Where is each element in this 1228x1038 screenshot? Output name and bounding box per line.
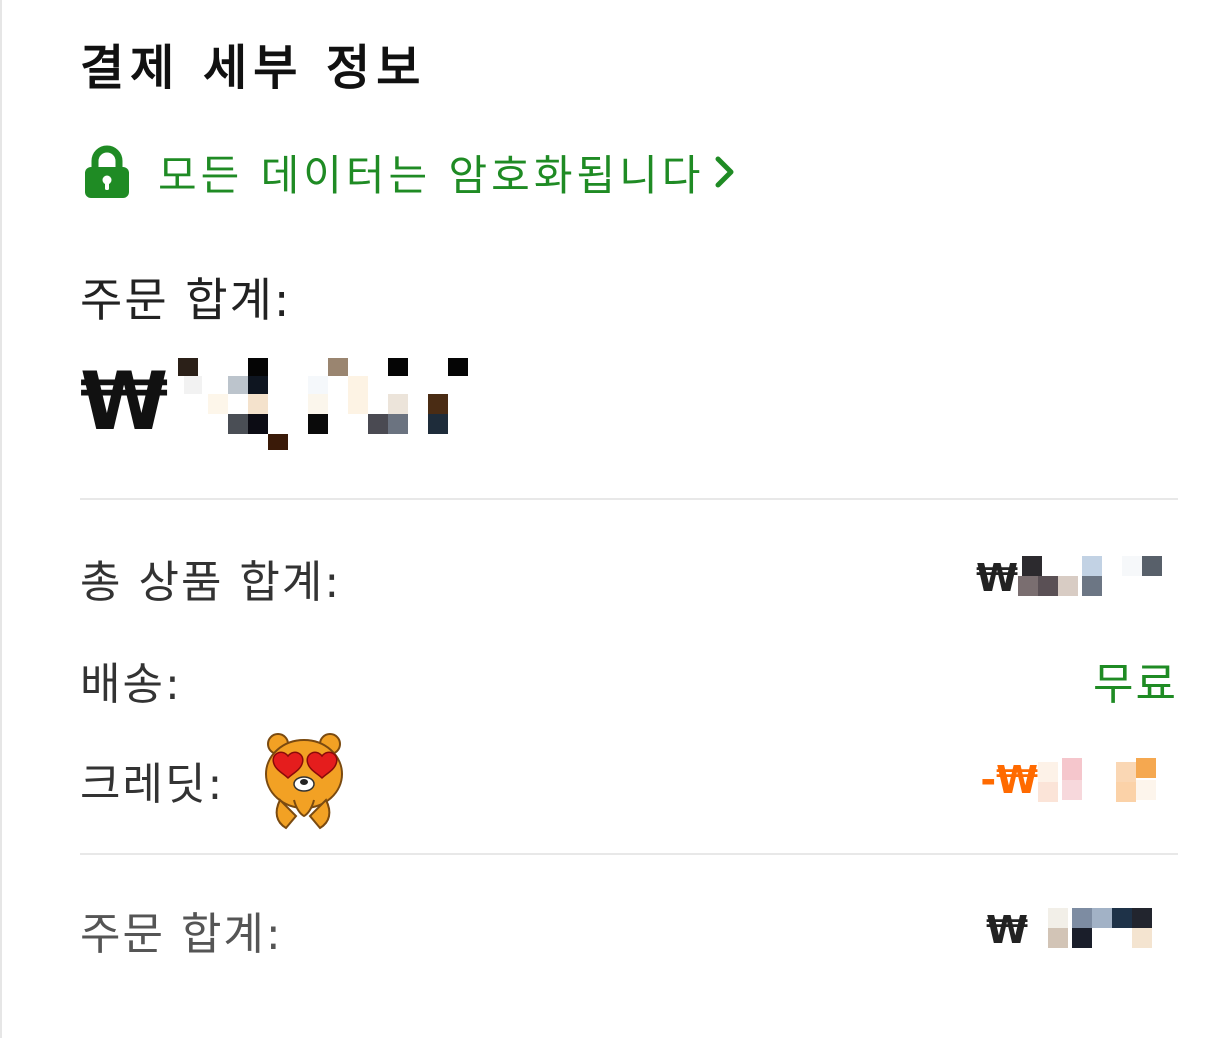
redacted-amount — [168, 350, 568, 454]
items-total-value: ₩ — [976, 556, 1178, 600]
credit-redacted — [1038, 758, 1156, 802]
credit-value: -₩ — [980, 758, 1178, 802]
grand-total-currency: ₩ — [986, 908, 1028, 952]
order-total-label: 주문 합계: — [80, 273, 292, 327]
credit-label: 크레딧: — [80, 759, 225, 810]
chevron-right-icon — [714, 154, 736, 190]
divider-bottom — [80, 853, 1178, 855]
items-total-redacted — [1018, 556, 1162, 596]
order-total-amount: ₩ — [80, 352, 568, 452]
currency-symbol: ₩ — [80, 355, 169, 448]
items-total-label: 총 상품 합계: — [80, 557, 342, 608]
grand-total-value: ₩ — [986, 908, 1178, 952]
credit-row: 크레딧: -₩ — [80, 733, 1178, 830]
shipping-label: 배송: — [80, 659, 182, 710]
credit-prefix: -₩ — [980, 758, 1038, 802]
left-border — [0, 0, 2, 1038]
bear-sticker-icon — [260, 730, 350, 830]
lock-icon — [82, 144, 132, 200]
grand-total-row: 주문 합계: ₩ — [80, 898, 1178, 962]
shipping-row: 배송: 무료 — [80, 648, 1178, 712]
shipping-value: 무료 — [1093, 659, 1178, 710]
encryption-text: 모든 데이터는 암호화됩니다 — [158, 150, 705, 200]
grand-total-label: 주문 합계: — [80, 909, 283, 960]
divider-top — [80, 498, 1178, 500]
encryption-info-link[interactable]: 모든 데이터는 암호화됩니다 — [82, 140, 736, 204]
grand-total-redacted — [1048, 908, 1152, 948]
items-total-currency: ₩ — [976, 556, 1018, 600]
items-total-row: 총 상품 합계: ₩ — [80, 546, 1178, 610]
page-title: 결제 세부 정보 — [80, 40, 427, 96]
